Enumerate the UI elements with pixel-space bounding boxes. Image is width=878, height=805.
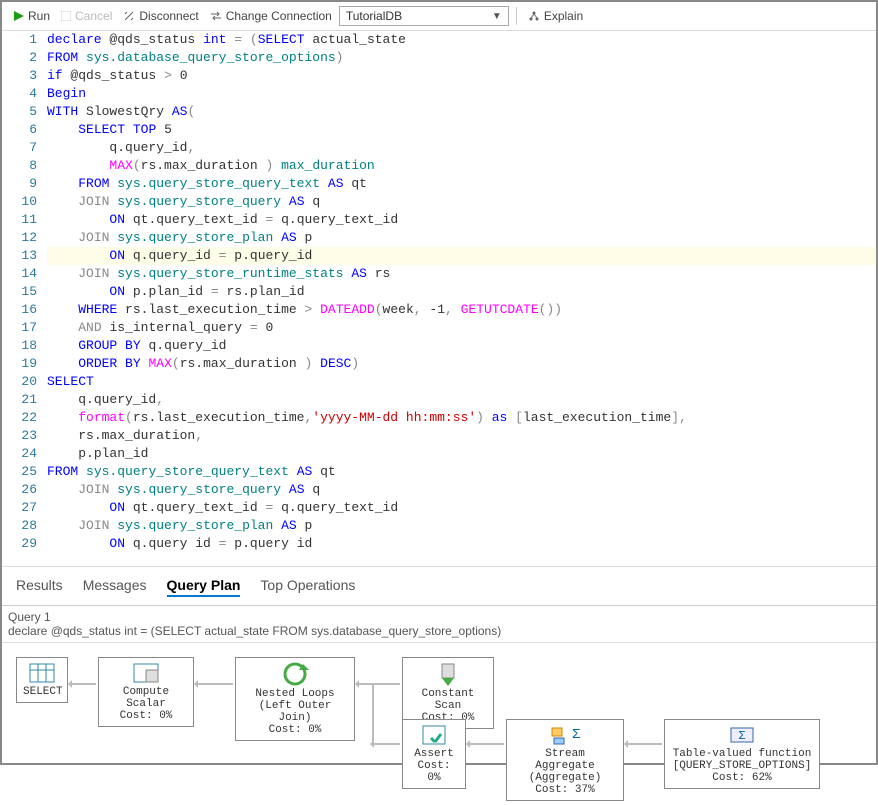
- plan-node-title: Stream Aggregate: [513, 748, 617, 772]
- plan-node-cost: Cost: 62%: [671, 772, 813, 784]
- plan-arrow: [468, 743, 504, 745]
- code-line[interactable]: JOIN sys.query_store_query AS q: [47, 193, 876, 211]
- explain-icon: [528, 10, 540, 22]
- code-line[interactable]: ORDER BY MAX(rs.max_duration ) DESC): [47, 355, 876, 373]
- plan-query-label: Query 1: [8, 610, 870, 624]
- plan-node-stream-aggregate[interactable]: Σ Stream Aggregate (Aggregate) Cost: 37%: [506, 719, 624, 801]
- code-area[interactable]: declare @qds_status int = (SELECT actual…: [47, 31, 876, 566]
- run-label: Run: [28, 9, 50, 23]
- tvf-icon: Σ: [727, 724, 757, 746]
- tab-top-operations[interactable]: Top Operations: [260, 575, 355, 597]
- tab-query-plan[interactable]: Query Plan: [167, 575, 241, 597]
- plan-node-title: Compute Scalar: [105, 686, 187, 710]
- plan-node-sub: (Left Outer Join): [242, 700, 348, 724]
- change-connection-icon: [210, 10, 222, 22]
- code-line[interactable]: JOIN sys.query_store_plan AS p: [47, 229, 876, 247]
- plan-node-cost: Cost: 0%: [105, 710, 187, 722]
- nested-loops-icon: [281, 662, 309, 686]
- stop-icon: [61, 11, 71, 21]
- chevron-down-icon: ▼: [492, 11, 502, 22]
- sql-editor[interactable]: 1234567891011121314151617181920212223242…: [2, 31, 876, 566]
- code-line[interactable]: WHERE rs.last_execution_time > DATEADD(w…: [47, 301, 876, 319]
- svg-text:Σ: Σ: [572, 727, 580, 743]
- plan-arrow: [372, 743, 400, 745]
- code-line[interactable]: JOIN sys.query_store_plan AS p: [47, 517, 876, 535]
- plan-node-assert[interactable]: Assert Cost: 0%: [402, 719, 466, 789]
- plan-node-sub: [QUERY_STORE_OPTIONS]: [671, 760, 813, 772]
- plan-node-title: Table-valued function: [671, 748, 813, 760]
- plan-node-cost: Cost: 0%: [242, 724, 348, 736]
- code-line[interactable]: MAX(rs.max_duration ) max_duration: [47, 157, 876, 175]
- code-line[interactable]: format(rs.last_execution_time,'yyyy-MM-d…: [47, 409, 876, 427]
- stream-aggregate-icon: Σ: [550, 724, 580, 746]
- code-line[interactable]: declare @qds_status int = (SELECT actual…: [47, 31, 876, 49]
- code-line[interactable]: FROM sys.query_store_query_text AS qt: [47, 175, 876, 193]
- line-gutter: 1234567891011121314151617181920212223242…: [2, 31, 47, 566]
- code-line[interactable]: q.query_id,: [47, 391, 876, 409]
- play-icon: [14, 11, 24, 21]
- code-line[interactable]: ON q.query_id = p.query_id: [47, 247, 876, 265]
- plan-header: Query 1 declare @qds_status int = (SELEC…: [2, 605, 876, 642]
- plan-node-cost: Cost: 37%: [513, 784, 617, 796]
- plan-node-title: Constant Scan: [409, 688, 487, 712]
- code-line[interactable]: SELECT TOP 5: [47, 121, 876, 139]
- plan-node-select[interactable]: SELECT: [16, 657, 68, 703]
- compute-scalar-icon: [132, 662, 160, 684]
- disconnect-button[interactable]: Disconnect: [119, 7, 202, 25]
- plan-node-title: Assert: [409, 748, 459, 760]
- code-line[interactable]: ON qt.query_text_id = q.query_text_id: [47, 211, 876, 229]
- plan-query-text: declare @qds_status int = (SELECT actual…: [8, 624, 870, 638]
- code-line[interactable]: GROUP BY q.query_id: [47, 337, 876, 355]
- plan-arrow: [357, 683, 400, 685]
- code-line[interactable]: Begin: [47, 85, 876, 103]
- cancel-label: Cancel: [75, 9, 112, 23]
- plan-node-title: SELECT: [23, 686, 61, 698]
- plan-node-title: Nested Loops: [242, 688, 348, 700]
- plan-node-compute-scalar[interactable]: Compute Scalar Cost: 0%: [98, 657, 194, 727]
- constant-scan-icon: [438, 662, 458, 686]
- tab-results[interactable]: Results: [16, 575, 63, 597]
- change-connection-label: Change Connection: [226, 9, 332, 23]
- run-button[interactable]: Run: [10, 7, 54, 25]
- code-line[interactable]: q.query_id,: [47, 139, 876, 157]
- code-line[interactable]: if @qds_status > 0: [47, 67, 876, 85]
- query-plan-canvas[interactable]: SELECT Compute Scalar Cost: 0% Nested Lo…: [2, 642, 876, 782]
- explain-label: Explain: [544, 9, 583, 23]
- plan-node-nested-loops[interactable]: Nested Loops (Left Outer Join) Cost: 0%: [235, 657, 355, 741]
- select-icon: [28, 662, 56, 684]
- code-line[interactable]: FROM sys.database_query_store_options): [47, 49, 876, 67]
- code-line[interactable]: p.plan_id: [47, 445, 876, 463]
- results-tabs: Results Messages Query Plan Top Operatio…: [2, 566, 876, 605]
- plan-arrow: [626, 743, 662, 745]
- toolbar: Run Cancel Disconnect Change Connection …: [2, 2, 876, 31]
- cancel-button: Cancel: [57, 7, 116, 25]
- disconnect-icon: [123, 10, 135, 22]
- code-line[interactable]: ON p.plan_id = rs.plan_id: [47, 283, 876, 301]
- database-selected-label: TutorialDB: [346, 9, 402, 23]
- plan-node-cost: Cost: 0%: [409, 760, 459, 784]
- code-line[interactable]: JOIN sys.query_store_runtime_stats AS rs: [47, 265, 876, 283]
- svg-text:Σ: Σ: [738, 729, 745, 743]
- code-line[interactable]: ON q.query id = p.query id: [47, 535, 876, 553]
- change-connection-button[interactable]: Change Connection: [206, 7, 336, 25]
- toolbar-separator: [516, 7, 517, 25]
- plan-arrow: [70, 683, 96, 685]
- code-line[interactable]: WITH SlowestQry AS(: [47, 103, 876, 121]
- plan-arrow: [372, 683, 374, 745]
- database-select[interactable]: TutorialDB ▼: [339, 6, 509, 26]
- assert-icon: [421, 724, 447, 746]
- code-line[interactable]: FROM sys.query_store_query_text AS qt: [47, 463, 876, 481]
- code-line[interactable]: JOIN sys.query_store_query AS q: [47, 481, 876, 499]
- code-line[interactable]: AND is_internal_query = 0: [47, 319, 876, 337]
- plan-node-table-valued-function[interactable]: Σ Table-valued function [QUERY_STORE_OPT…: [664, 719, 820, 789]
- code-line[interactable]: SELECT: [47, 373, 876, 391]
- explain-button[interactable]: Explain: [524, 7, 587, 25]
- code-line[interactable]: rs.max_duration,: [47, 427, 876, 445]
- code-line[interactable]: ON qt.query_text_id = q.query_text_id: [47, 499, 876, 517]
- plan-node-sub: (Aggregate): [513, 772, 617, 784]
- disconnect-label: Disconnect: [139, 9, 198, 23]
- plan-arrow: [196, 683, 233, 685]
- tab-messages[interactable]: Messages: [83, 575, 147, 597]
